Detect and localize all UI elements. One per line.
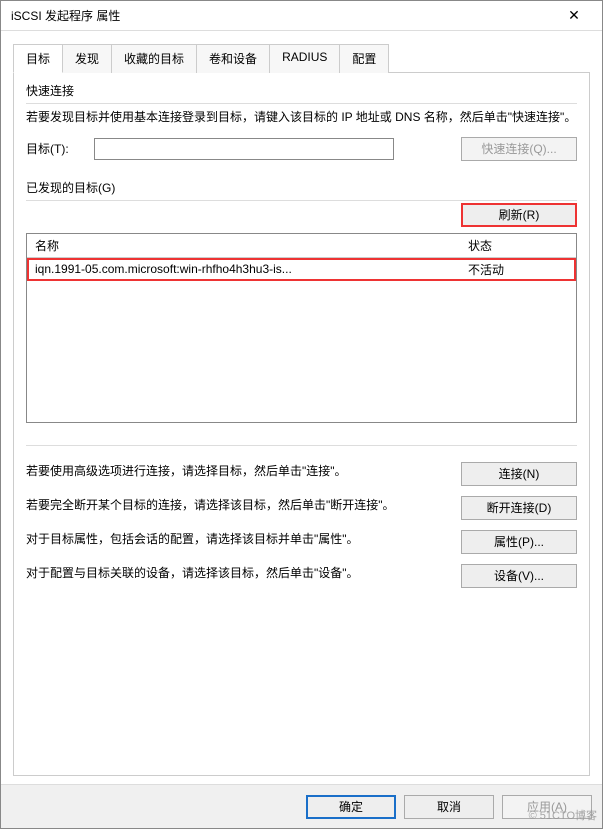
quick-connect-group: 快速连接 若要发现目标并使用基本连接登录到目标，请键入该目标的 IP 地址或 D…: [26, 82, 577, 165]
dialog-body: 目标 发现 收藏的目标 卷和设备 RADIUS 配置 快速连接 若要发现目标并使…: [1, 31, 602, 784]
window-title: iSCSI 发起程序 属性: [11, 7, 554, 24]
properties-desc: 对于目标属性，包括会话的配置，请选择该目标并单击"属性"。: [26, 530, 451, 549]
disconnect-desc: 若要完全断开某个目标的连接，请选择该目标，然后单击"断开连接"。: [26, 496, 451, 515]
dialog-window: iSCSI 发起程序 属性 ✕ 目标 发现 收藏的目标 卷和设备 RADIUS …: [0, 0, 603, 829]
discovered-list[interactable]: 名称 状态 iqn.1991-05.com.microsoft:win-rhfh…: [26, 233, 577, 423]
connect-block: 若要使用高级选项进行连接，请选择目标，然后单击"连接"。 连接(N): [26, 462, 577, 486]
target-label: 目标(T):: [26, 140, 86, 157]
target-input[interactable]: [94, 138, 394, 160]
tab-config[interactable]: 配置: [339, 44, 389, 73]
ok-button[interactable]: 确定: [306, 795, 396, 819]
refresh-row: 刷新(R): [26, 203, 577, 227]
quick-connect-title: 快速连接: [26, 82, 577, 99]
quick-connect-desc: 若要发现目标并使用基本连接登录到目标，请键入该目标的 IP 地址或 DNS 名称…: [26, 108, 577, 127]
item-state: 不活动: [468, 261, 568, 278]
connect-desc: 若要使用高级选项进行连接，请选择目标，然后单击"连接"。: [26, 462, 451, 481]
disconnect-block: 若要完全断开某个目标的连接，请选择该目标，然后单击"断开连接"。 断开连接(D): [26, 496, 577, 520]
properties-button[interactable]: 属性(P)...: [461, 530, 577, 554]
cancel-button[interactable]: 取消: [404, 795, 494, 819]
tab-volumes[interactable]: 卷和设备: [196, 44, 270, 73]
tab-discover[interactable]: 发现: [62, 44, 112, 73]
tab-panel-target: 快速连接 若要发现目标并使用基本连接登录到目标，请键入该目标的 IP 地址或 D…: [13, 72, 590, 776]
devices-desc: 对于配置与目标关联的设备，请选择该目标，然后单击"设备"。: [26, 564, 451, 583]
properties-block: 对于目标属性，包括会话的配置，请选择该目标并单击"属性"。 属性(P)...: [26, 530, 577, 554]
close-button[interactable]: ✕: [554, 2, 594, 30]
bottom-bar: 确定 取消 应用(A): [1, 784, 602, 828]
discovered-frame: 刷新(R) 名称 状态 iqn.1991-05.com.microsoft:wi…: [26, 200, 577, 423]
tab-target[interactable]: 目标: [13, 44, 63, 73]
col-state: 状态: [468, 237, 568, 254]
close-icon: ✕: [568, 7, 580, 24]
refresh-button[interactable]: 刷新(R): [461, 203, 577, 227]
tabs: 目标 发现 收藏的目标 卷和设备 RADIUS 配置: [13, 43, 590, 73]
list-header: 名称 状态: [27, 234, 576, 258]
discovered-title: 已发现的目标(G): [26, 179, 577, 196]
disconnect-button[interactable]: 断开连接(D): [461, 496, 577, 520]
tab-radius[interactable]: RADIUS: [269, 44, 340, 73]
quick-connect-frame: 若要发现目标并使用基本连接登录到目标，请键入该目标的 IP 地址或 DNS 名称…: [26, 103, 577, 161]
connect-button[interactable]: 连接(N): [461, 462, 577, 486]
titlebar: iSCSI 发起程序 属性 ✕: [1, 1, 602, 31]
item-name: iqn.1991-05.com.microsoft:win-rhfho4h3hu…: [35, 262, 468, 276]
target-row: 目标(T): 快速连接(Q)...: [26, 137, 577, 161]
spacer: [26, 203, 461, 227]
apply-button[interactable]: 应用(A): [502, 795, 592, 819]
list-item[interactable]: iqn.1991-05.com.microsoft:win-rhfho4h3hu…: [27, 258, 576, 281]
quick-connect-button[interactable]: 快速连接(Q)...: [461, 137, 577, 161]
tab-favorites[interactable]: 收藏的目标: [111, 44, 197, 73]
discovered-group: 已发现的目标(G) 刷新(R) 名称 状态 iqn.1991-05.com.mi…: [26, 173, 577, 423]
devices-button[interactable]: 设备(V)...: [461, 564, 577, 588]
devices-block: 对于配置与目标关联的设备，请选择该目标，然后单击"设备"。 设备(V)...: [26, 564, 577, 588]
divider: [26, 445, 577, 446]
col-name: 名称: [35, 237, 468, 254]
